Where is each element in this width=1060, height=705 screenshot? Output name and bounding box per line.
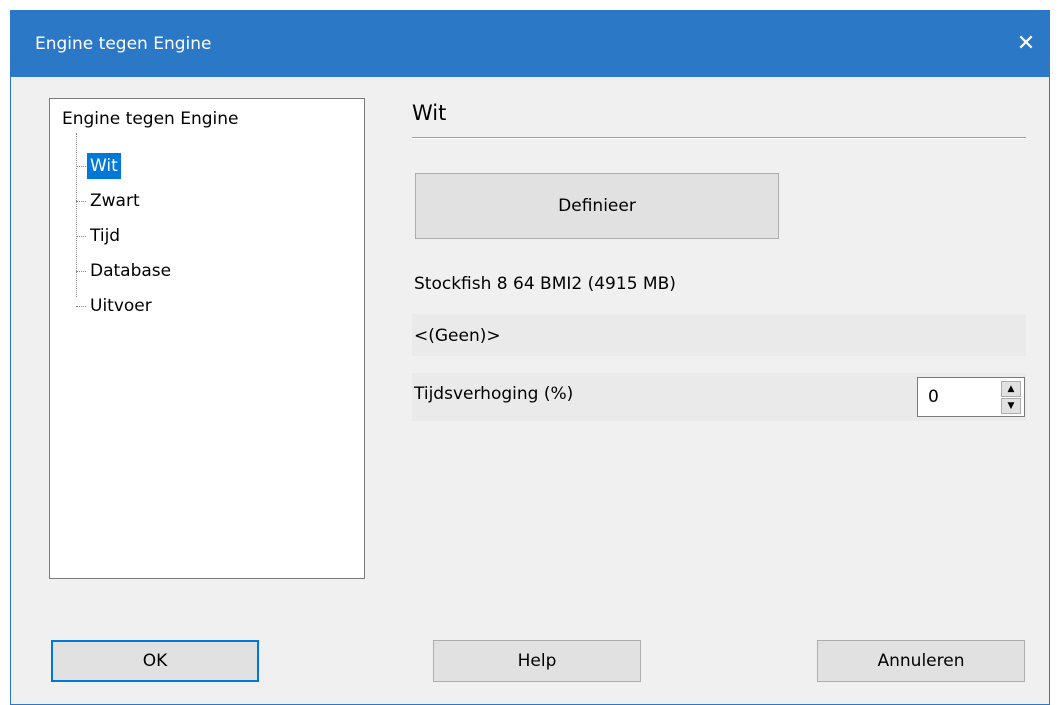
tree-branch xyxy=(76,235,86,237)
book-value: <(Geen)> xyxy=(414,326,501,346)
tree-item-database[interactable]: Database xyxy=(76,257,174,285)
section-title: Wit xyxy=(412,101,447,125)
window-title: Engine tegen Engine xyxy=(35,34,212,54)
tree-root[interactable]: Engine tegen Engine xyxy=(62,108,238,130)
spin-down-icon[interactable]: ▼ xyxy=(1001,398,1021,414)
tree-branch xyxy=(76,165,86,167)
time-increase-value[interactable]: 0 xyxy=(928,386,939,408)
tree-branch xyxy=(76,200,86,202)
tree-item-zwart[interactable]: Zwart xyxy=(76,187,143,215)
ok-button[interactable]: OK xyxy=(51,640,259,682)
tree-item-label: Uitvoer xyxy=(90,296,152,316)
help-button[interactable]: Help xyxy=(433,640,641,682)
tree-branch xyxy=(76,270,86,272)
tree-item-tijd[interactable]: Tijd xyxy=(76,222,123,250)
spin-up-icon[interactable]: ▲ xyxy=(1001,381,1021,397)
book-row xyxy=(412,314,1026,356)
dialog-window: Engine tegen Engine ✕ Engine tegen Engin… xyxy=(10,10,1050,705)
tree-item-label: Zwart xyxy=(90,191,140,211)
engine-name: Stockfish 8 64 BMI2 (4915 MB) xyxy=(414,274,676,294)
define-button[interactable]: Definieer xyxy=(415,173,779,239)
tree-item-uitvoer[interactable]: Uitvoer xyxy=(76,292,155,320)
title-bar: Engine tegen Engine ✕ xyxy=(11,11,1049,77)
time-increase-stepper[interactable]: 0 ▲ ▼ xyxy=(917,377,1025,417)
settings-tree[interactable]: Engine tegen Engine Wit Zwart Tijd Datab… xyxy=(49,98,365,579)
tree-item-label: Wit xyxy=(87,153,121,179)
tree-item-label: Tijd xyxy=(90,226,121,246)
section-divider xyxy=(412,137,1026,139)
tree-item-label: Database xyxy=(90,261,172,281)
cancel-button[interactable]: Annuleren xyxy=(817,640,1025,682)
close-icon[interactable]: ✕ xyxy=(1009,27,1043,61)
tree-branch xyxy=(76,305,86,307)
tree-item-wit[interactable]: Wit xyxy=(76,152,121,180)
time-increase-label: Tijdsverhoging (%) xyxy=(414,384,574,404)
